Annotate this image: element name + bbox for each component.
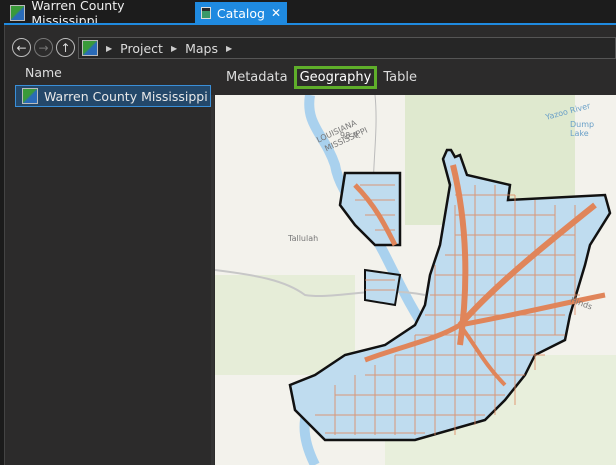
breadcrumb-project[interactable]: Project xyxy=(120,41,163,56)
catalog-icon xyxy=(201,7,211,19)
tab-metadata[interactable]: Metadata xyxy=(226,68,288,87)
chevron-right-icon[interactable]: ▶ xyxy=(171,44,177,53)
map-layer-icon xyxy=(10,5,26,21)
name-column-header[interactable]: Name xyxy=(25,65,62,80)
up-button[interactable]: ↑ xyxy=(56,38,75,57)
tab-catalog[interactable]: Catalog ✕ xyxy=(195,2,287,24)
breadcrumb[interactable]: ▶ Project ▶ Maps ▶ xyxy=(78,37,616,59)
tab-label: Catalog xyxy=(216,5,265,21)
geography-map-preview[interactable]: LOUISIANA MISSISSIPPI 98 ft. Yazoo River… xyxy=(215,95,616,465)
forward-button[interactable]: → xyxy=(34,38,53,57)
map-label: 98 ft. xyxy=(340,131,362,140)
tab-table[interactable]: Table xyxy=(383,68,417,87)
view-tabs: Metadata Geography Table xyxy=(226,66,417,89)
map-label: Dump Lake xyxy=(570,120,595,138)
map-label: Tallulah xyxy=(288,234,319,243)
tab-warren-county-map[interactable]: Warren County Mississippi xyxy=(4,0,194,28)
navigation-buttons: ← → ↑ xyxy=(12,38,75,57)
breadcrumb-maps[interactable]: Maps xyxy=(185,41,218,56)
close-icon[interactable]: ✕ xyxy=(271,6,281,20)
tab-geography[interactable]: Geography xyxy=(293,66,378,89)
back-button[interactable]: ← xyxy=(12,38,31,57)
pane-divider[interactable] xyxy=(211,95,214,465)
chevron-right-icon[interactable]: ▶ xyxy=(226,44,232,53)
project-icon xyxy=(82,40,98,56)
list-item[interactable]: Warren County Mississippi xyxy=(15,85,211,107)
map-graphic xyxy=(215,95,616,465)
item-label: Warren County Mississippi xyxy=(44,88,208,104)
document-tab-bar: Warren County Mississippi Catalog ✕ xyxy=(0,0,616,28)
chevron-right-icon[interactable]: ▶ xyxy=(106,44,112,53)
map-layer-icon xyxy=(22,88,38,104)
